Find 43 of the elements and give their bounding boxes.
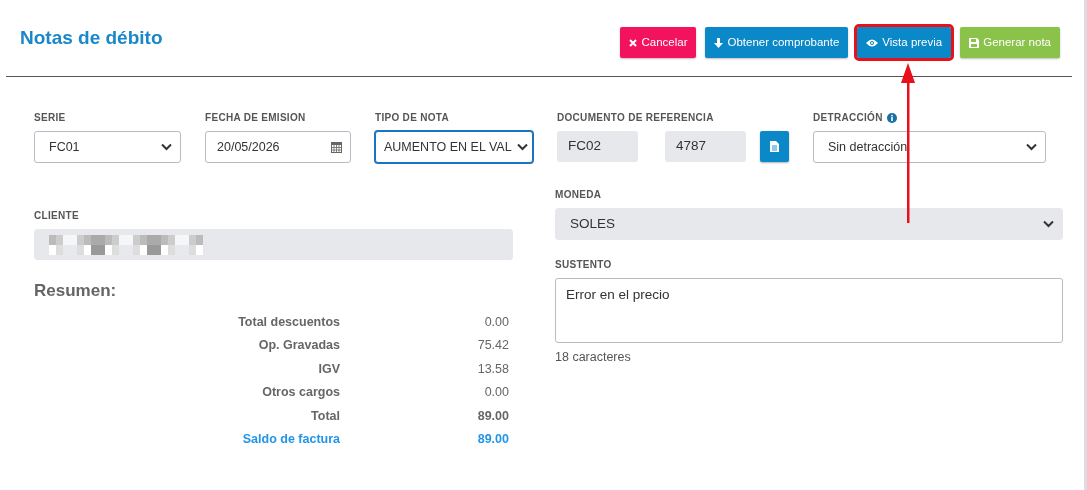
close-icon <box>629 38 638 47</box>
action-button[interactable]: Vista previa <box>857 27 952 58</box>
field-label: TIPO DE NOTA <box>375 111 450 125</box>
character-count: 18 caracteres <box>555 349 631 366</box>
field-label: SUSTENTO <box>555 258 613 272</box>
field-label: MONEDA <box>555 188 603 202</box>
chevron-down-icon <box>1026 143 1037 151</box>
summary-heading: Resumen: <box>34 281 118 302</box>
input-field[interactable]: FC02 <box>557 131 638 162</box>
arrow-down-icon <box>714 37 724 48</box>
chevron-down-icon <box>1043 220 1054 228</box>
action-button[interactable]: Cancelar <box>620 27 697 58</box>
field-label: CLIENTE <box>34 209 80 223</box>
document-icon <box>770 141 779 152</box>
summary-value: 0.00 <box>483 313 509 331</box>
select-field[interactable]: AUMENTO EN EL VAL <box>375 131 533 163</box>
eye-icon <box>866 38 879 47</box>
field-label: DOCUMENTO DE REFERENCIA <box>557 111 715 125</box>
date-field[interactable]: 20/05/2026 <box>205 131 351 163</box>
summary-value: 89.00 <box>476 407 509 425</box>
input-field[interactable]: 4787 <box>665 131 746 162</box>
summary-label: IGV <box>317 360 340 378</box>
action-button[interactable]: Obtener comprobante <box>705 27 849 58</box>
summary-value: 89.00 <box>476 431 509 449</box>
summary-label: Otros cargos <box>261 384 340 402</box>
calendar-icon <box>331 141 342 153</box>
summary-label: Saldo de factura <box>241 431 340 449</box>
page-title: Notas de débito <box>20 27 163 50</box>
summary-label: Total descuentos <box>237 313 340 331</box>
document-button[interactable] <box>760 131 789 162</box>
select-field[interactable]: Sin detracción <box>813 131 1046 163</box>
reason-textarea[interactable]: Error en el precio <box>555 278 1063 343</box>
summary-label: Op. Gravadas <box>257 337 340 355</box>
chevron-down-icon <box>517 143 528 151</box>
summary-value: 13.58 <box>476 360 509 378</box>
select-field[interactable]: FC01 <box>34 131 181 163</box>
field-label: SERIE <box>34 111 67 125</box>
chevron-down-icon <box>161 143 172 151</box>
summary-value: 0.00 <box>483 384 509 402</box>
field-label: FECHA DE EMISION <box>205 111 307 125</box>
summary-value: 75.42 <box>476 337 509 355</box>
field-label: DETRACCIÓN <box>813 110 883 125</box>
summary-label: Total <box>310 407 340 425</box>
